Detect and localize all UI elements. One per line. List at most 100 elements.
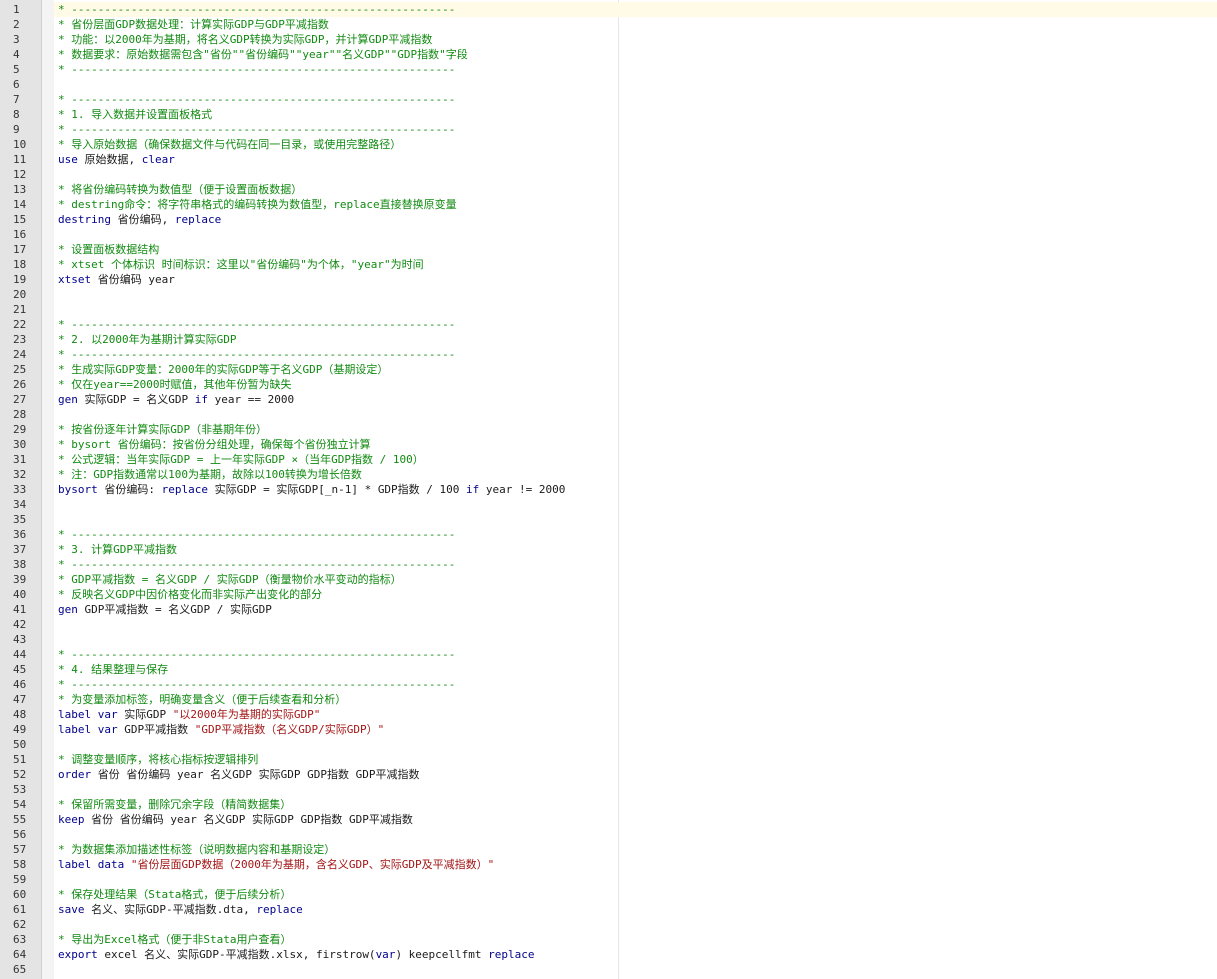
code-line[interactable]: 22 * ------------------------------------… [13, 317, 1217, 332]
code-line[interactable]: 30 * bysort 省份编码：按省份分组处理，确保每个省份独立计算 [13, 437, 1217, 452]
code-line[interactable]: 60 * 保存处理结果（Stata格式，便于后续分析） [13, 887, 1217, 902]
code-line[interactable]: 13 * 将省份编码转换为数值型（便于设置面板数据） [13, 182, 1217, 197]
code-line[interactable]: 4 * 数据要求：原始数据需包含"省份""省份编码""year""名义GDP""G… [13, 47, 1217, 62]
line-number: 2 [13, 18, 20, 31]
keyword-token: keep [58, 813, 85, 826]
code-line[interactable]: 59 [13, 872, 1217, 887]
code-line[interactable]: 52 order 省份 省份编码 year 名义GDP 实际GDP GDP指数 G… [13, 767, 1217, 782]
code-line[interactable]: 61 save 名义、实际GDP-平减指数.dta, replace [13, 902, 1217, 917]
line-number: 22 [13, 318, 27, 331]
line-number: 24 [13, 348, 27, 361]
line-number: 40 [13, 588, 27, 601]
code-line[interactable]: 17 * 设置面板数据结构 [13, 242, 1217, 257]
code-line[interactable]: 1 * -------------------------------------… [13, 2, 1217, 17]
code-line[interactable]: 40 * 反映名义GDP中因价格变化而非实际产出变化的部分 [13, 587, 1217, 602]
code-line[interactable]: 26 * 仅在year==2000时赋值，其他年份暂为缺失 [13, 377, 1217, 392]
line-text: xtset 省份编码 year [58, 272, 175, 287]
code-text-area[interactable]: 1 * -------------------------------------… [13, 2, 1217, 977]
code-line[interactable]: 28 [13, 407, 1217, 422]
code-line[interactable]: 3 * 功能：以2000年为基期，将名义GDP转换为实际GDP，并计算GDP平减指… [13, 32, 1217, 47]
line-text: * 保留所需变量，删除冗余字段（精简数据集） [58, 797, 291, 812]
line-text: * 设置面板数据结构 [58, 242, 159, 257]
line-number: 60 [13, 888, 27, 901]
line-number: 19 [13, 273, 27, 286]
line-number: 23 [13, 333, 27, 346]
code-line[interactable]: 56 [13, 827, 1217, 842]
code-line[interactable]: 57 * 为数据集添加描述性标签（说明数据内容和基期设定） [13, 842, 1217, 857]
line-number: 37 [13, 543, 27, 556]
code-line[interactable]: 15 destring 省份编码, replace [13, 212, 1217, 227]
line-text: * 省份层面GDP数据处理：计算实际GDP与GDP平减指数 [58, 17, 329, 32]
code-line[interactable]: 31 * 公式逻辑：当年实际GDP = 上一年实际GDP ×（当年GDP指数 / … [13, 452, 1217, 467]
code-line[interactable]: 38 * ------------------------------------… [13, 557, 1217, 572]
code-line[interactable]: 23 * 2. 以2000年为基期计算实际GDP [13, 332, 1217, 347]
comment-token: * destring命令：将字符串格式的编码转换为数值型，replace直接替换… [58, 198, 457, 211]
code-line[interactable]: 46 * ------------------------------------… [13, 677, 1217, 692]
code-line[interactable]: 27 gen 实际GDP = 名义GDP if year == 2000 [13, 392, 1217, 407]
code-line[interactable]: 41 gen GDP平减指数 = 名义GDP / 实际GDP [13, 602, 1217, 617]
code-line[interactable]: 64 export excel 名义、实际GDP-平减指数.xlsx, first… [13, 947, 1217, 962]
line-number: 56 [13, 828, 27, 841]
code-line[interactable]: 37 * 3. 计算GDP平减指数 [13, 542, 1217, 557]
comment-token: * 功能：以2000年为基期，将名义GDP转换为实际GDP，并计算GDP平减指数 [58, 33, 433, 46]
code-line[interactable]: 39 * GDP平减指数 = 名义GDP / 实际GDP（衡量物价水平变动的指标） [13, 572, 1217, 587]
code-line[interactable]: 62 [13, 917, 1217, 932]
code-line[interactable]: 32 * 注：GDP指数通常以100为基期，故除以100转换为增长倍数 [13, 467, 1217, 482]
code-line[interactable]: 42 [13, 617, 1217, 632]
code-line[interactable]: 10 * 导入原始数据（确保数据文件与代码在同一目录，或使用完整路径） [13, 137, 1217, 152]
line-text: * 注：GDP指数通常以100为基期，故除以100转换为增长倍数 [58, 467, 362, 482]
code-line[interactable]: 63 * 导出为Excel格式（便于非Stata用户查看） [13, 932, 1217, 947]
code-line[interactable]: 19 xtset 省份编码 year [13, 272, 1217, 287]
code-line[interactable]: 53 [13, 782, 1217, 797]
code-line[interactable]: 21 [13, 302, 1217, 317]
code-line[interactable]: 9 * -------------------------------------… [13, 122, 1217, 137]
text-token: 实际GDP [117, 708, 173, 721]
code-line[interactable]: 35 [13, 512, 1217, 527]
code-line[interactable]: 51 * 调整变量顺序，将核心指标按逻辑排列 [13, 752, 1217, 767]
line-number: 30 [13, 438, 27, 451]
code-line[interactable]: 29 * 按省份逐年计算实际GDP（非基期年份） [13, 422, 1217, 437]
code-line[interactable]: 44 * ------------------------------------… [13, 647, 1217, 662]
code-line[interactable]: 65 [13, 962, 1217, 977]
code-line[interactable]: 6 [13, 77, 1217, 92]
code-line[interactable]: 50 [13, 737, 1217, 752]
text-token: 名义、实际GDP-平减指数.dta, [84, 903, 257, 916]
code-line[interactable]: 58 label data "省份层面GDP数据（2000年为基期，含名义GDP、… [13, 857, 1217, 872]
code-line[interactable]: 55 keep 省份 省份编码 year 名义GDP 实际GDP GDP指数 GD… [13, 812, 1217, 827]
comment-token: * 为变量添加标签，明确变量含义（便于后续查看和分析） [58, 693, 347, 706]
code-editor[interactable]: 1 * -------------------------------------… [0, 0, 1217, 979]
code-line[interactable]: 34 [13, 497, 1217, 512]
code-line[interactable]: 5 * -------------------------------------… [13, 62, 1217, 77]
line-text: destring 省份编码, replace [58, 212, 221, 227]
code-line[interactable]: 36 * ------------------------------------… [13, 527, 1217, 542]
code-line[interactable]: 45 * 4. 结果整理与保存 [13, 662, 1217, 677]
code-line[interactable]: 43 [13, 632, 1217, 647]
line-text: * 公式逻辑：当年实际GDP = 上一年实际GDP ×（当年GDP指数 / 10… [58, 452, 424, 467]
keyword-token: replace [174, 213, 222, 226]
code-line[interactable]: 24 * ------------------------------------… [13, 347, 1217, 362]
code-line[interactable]: 2 * 省份层面GDP数据处理：计算实际GDP与GDP平减指数 [13, 17, 1217, 32]
keyword-token: xtset [58, 273, 92, 286]
code-line[interactable]: 16 [13, 227, 1217, 242]
line-text: * 保存处理结果（Stata格式，便于后续分析） [58, 887, 291, 902]
line-text: * 生成实际GDP变量：2000年的实际GDP等于名义GDP（基期设定） [58, 362, 388, 377]
code-line[interactable]: 48 label var 实际GDP "以2000年为基期的实际GDP" [13, 707, 1217, 722]
code-line[interactable]: 18 * xtset 个体标识 时间标识：这里以"省份编码"为个体，"year"为… [13, 257, 1217, 272]
code-line[interactable]: 12 [13, 167, 1217, 182]
code-line[interactable]: 49 label var GDP平减指数 "GDP平减指数（名义GDP/实际GDP… [13, 722, 1217, 737]
code-line[interactable]: 54 * 保留所需变量，删除冗余字段（精简数据集） [13, 797, 1217, 812]
code-line[interactable]: 8 * 1. 导入数据并设置面板格式 [13, 107, 1217, 122]
code-line[interactable]: 11 use 原始数据, clear [13, 152, 1217, 167]
line-number: 1 [13, 3, 20, 16]
line-number: 9 [13, 123, 20, 136]
line-text: label var 实际GDP "以2000年为基期的实际GDP" [58, 707, 320, 722]
code-line[interactable]: 7 * -------------------------------------… [13, 92, 1217, 107]
code-line[interactable]: 25 * 生成实际GDP变量：2000年的实际GDP等于名义GDP（基期设定） [13, 362, 1217, 377]
comment-token: * --------------------------------------… [58, 318, 456, 331]
code-line[interactable]: 20 [13, 287, 1217, 302]
line-number: 59 [13, 873, 27, 886]
code-line[interactable]: 33 bysort 省份编码: replace 实际GDP = 实际GDP[_n-… [13, 482, 1217, 497]
code-line[interactable]: 14 * destring命令：将字符串格式的编码转换为数值型，replace直接… [13, 197, 1217, 212]
code-line[interactable]: 47 * 为变量添加标签，明确变量含义（便于后续查看和分析） [13, 692, 1217, 707]
line-number: 45 [13, 663, 27, 676]
